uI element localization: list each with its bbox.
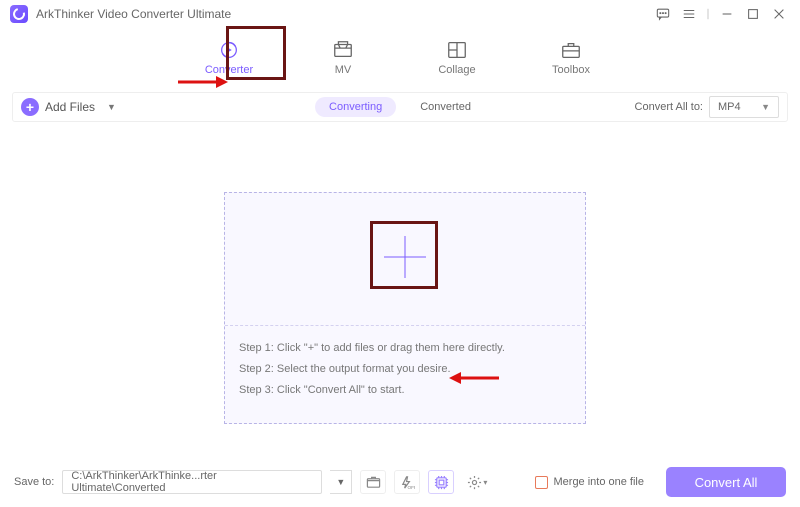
tab-label: MV — [335, 64, 352, 76]
tab-collage[interactable]: Collage — [429, 39, 485, 76]
instruction-steps: Step 1: Click "+" to add files or drag t… — [225, 325, 585, 413]
mv-icon — [330, 39, 356, 61]
converter-icon — [216, 39, 242, 61]
titlebar: ArkThinker Video Converter Ultimate — [0, 0, 800, 28]
collage-icon — [444, 39, 470, 61]
main-tabs: Converter MV Collage Toolbox — [0, 28, 800, 86]
convert-all-to: Convert All to: MP4 ▼ — [635, 96, 779, 118]
gpu-button[interactable] — [428, 470, 454, 494]
footer: Save to: C:\ArkThinker\ArkThinke...rter … — [0, 457, 800, 507]
merge-label: Merge into one file — [554, 476, 645, 488]
app-logo — [10, 5, 28, 23]
step-1: Step 1: Click "+" to add files or drag t… — [239, 338, 571, 359]
convert-all-label: Convert All to: — [635, 101, 703, 113]
toolbox-icon — [558, 39, 584, 61]
save-path-value: C:\ArkThinker\ArkThinke...rter Ultimate\… — [71, 470, 313, 494]
format-value: MP4 — [718, 101, 741, 113]
step-2: Step 2: Select the output format you des… — [239, 359, 571, 380]
minimize-button[interactable] — [716, 3, 738, 25]
add-files-button[interactable]: + Add Files ▼ — [21, 98, 116, 116]
drop-zone[interactable]: Step 1: Click "+" to add files or drag t… — [224, 192, 586, 424]
speed-button[interactable]: OFF — [394, 470, 420, 494]
checkbox-icon — [535, 476, 548, 489]
chevron-down-icon: ▼ — [107, 102, 116, 112]
cta-label: Convert All — [695, 475, 758, 490]
save-path-field[interactable]: C:\ArkThinker\ArkThinke...rter Ultimate\… — [62, 470, 322, 494]
plus-icon: + — [21, 98, 39, 116]
chevron-down-icon: ▼ — [761, 102, 770, 112]
tab-mv[interactable]: MV — [315, 39, 371, 76]
titlebar-divider — [704, 3, 712, 25]
app-title: ArkThinker Video Converter Ultimate — [36, 7, 231, 21]
tab-label: Collage — [438, 64, 475, 76]
menu-icon[interactable] — [678, 3, 700, 25]
tab-toolbox[interactable]: Toolbox — [543, 39, 599, 76]
maximize-button[interactable] — [742, 3, 764, 25]
annotation-arrow-to-tab — [178, 73, 228, 91]
main-canvas: Step 1: Click "+" to add files or drag t… — [12, 134, 788, 458]
plus-icon — [385, 237, 425, 277]
settings-button[interactable]: ▾ — [462, 470, 492, 494]
save-path-dropdown[interactable]: ▼ — [330, 470, 352, 494]
tab-converter[interactable]: Converter — [201, 39, 257, 76]
toolbar: + Add Files ▼ Converting Converted Conve… — [12, 92, 788, 122]
close-button[interactable] — [768, 3, 790, 25]
tab-label: Toolbox — [552, 64, 590, 76]
tab-label: Converter — [205, 64, 253, 76]
segment-converted[interactable]: Converted — [406, 97, 485, 117]
merge-checkbox[interactable]: Merge into one file — [535, 476, 645, 489]
feedback-icon[interactable] — [652, 3, 674, 25]
add-files-plus[interactable] — [374, 226, 436, 288]
segment-converting[interactable]: Converting — [315, 97, 396, 117]
add-files-label: Add Files — [45, 100, 95, 114]
format-dropdown[interactable]: MP4 ▼ — [709, 96, 779, 118]
convert-all-button[interactable]: Convert All — [666, 467, 786, 497]
step-3: Step 3: Click "Convert All" to start. — [239, 380, 571, 401]
svg-text:OFF: OFF — [407, 485, 415, 490]
save-to-label: Save to: — [14, 476, 54, 488]
status-segment: Converting Converted — [315, 97, 485, 117]
open-folder-button[interactable] — [360, 470, 386, 494]
